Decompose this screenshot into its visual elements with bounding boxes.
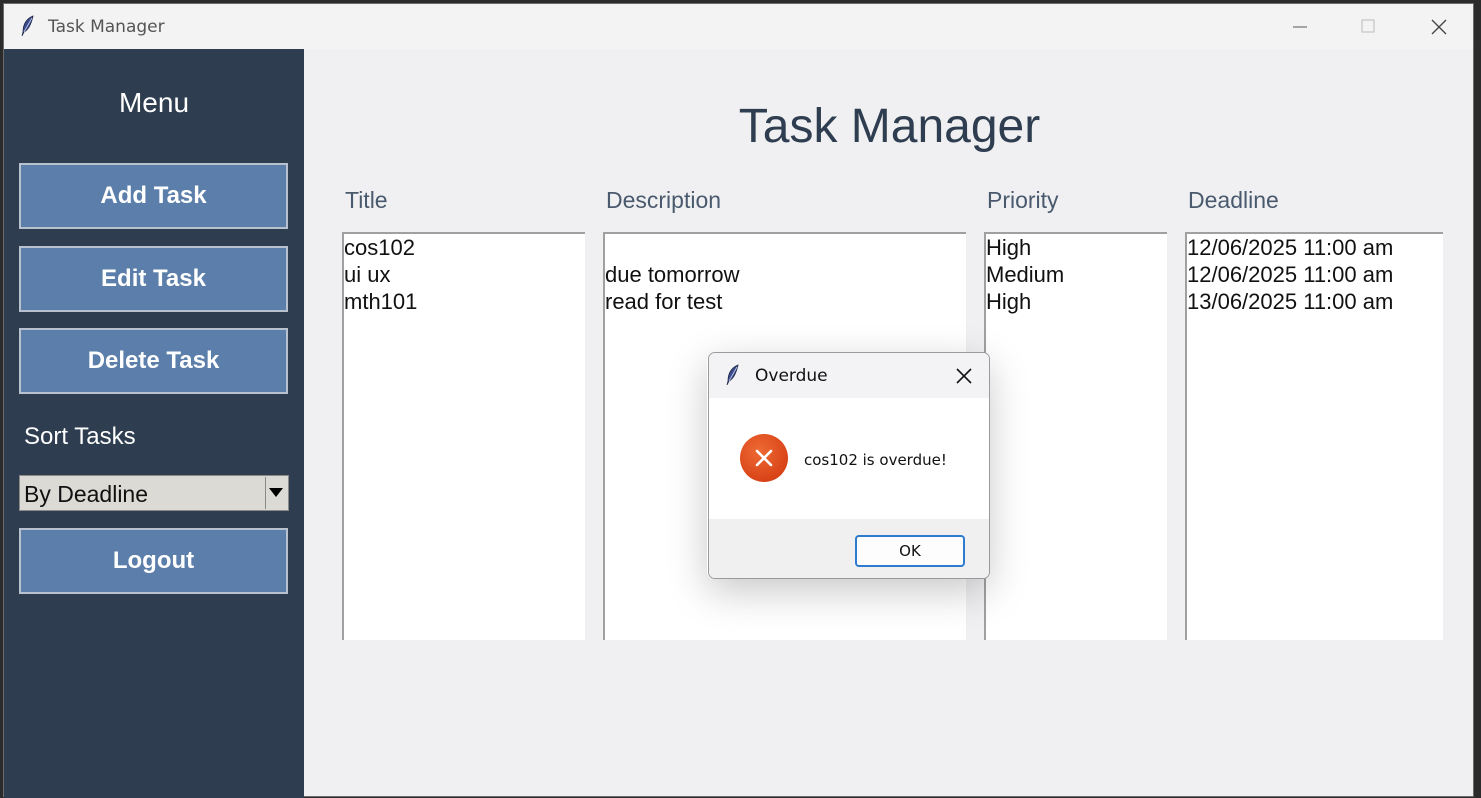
window-title: Task Manager (48, 17, 165, 37)
column-header-description: Description (606, 187, 722, 213)
column-header-deadline: Deadline (1188, 187, 1279, 213)
add-task-button[interactable]: Add Task (19, 163, 288, 229)
list-item[interactable]: cos102 (344, 234, 585, 261)
logout-button[interactable]: Logout (19, 528, 288, 594)
column-header-title: Title (345, 187, 388, 213)
priority-listbox[interactable]: High Medium High (984, 232, 1167, 640)
list-item[interactable]: Medium (986, 261, 1167, 288)
list-item[interactable]: read for test (605, 288, 966, 315)
list-item[interactable]: due tomorrow (605, 261, 966, 288)
feather-icon (725, 364, 741, 390)
sort-tasks-label: Sort Tasks (24, 423, 136, 450)
close-window-button[interactable] (1404, 4, 1472, 49)
delete-task-button[interactable]: Delete Task (19, 328, 288, 394)
maximize-icon (1361, 19, 1375, 33)
title-bar[interactable]: Task Manager (4, 4, 1473, 49)
maximize-button[interactable] (1334, 4, 1402, 49)
column-header-priority: Priority (987, 187, 1059, 213)
deadline-listbox[interactable]: 12/06/2025 11:00 am 12/06/2025 11:00 am … (1185, 232, 1443, 640)
list-item[interactable] (605, 234, 966, 261)
minimize-button[interactable] (1266, 4, 1334, 49)
minimize-icon (1293, 26, 1307, 28)
app-window: Task Manager Menu Add Task Edit Task Del… (3, 3, 1474, 798)
dialog-message: cos102 is overdue! (804, 451, 947, 469)
list-item[interactable]: mth101 (344, 288, 585, 315)
list-item[interactable]: High (986, 234, 1167, 261)
error-x-icon (740, 434, 788, 482)
list-item[interactable]: 13/06/2025 11:00 am (1187, 288, 1443, 315)
close-icon (956, 368, 972, 384)
dropdown-arrow-icon[interactable] (265, 477, 287, 509)
dialog-footer: OK (709, 519, 989, 578)
ok-button[interactable]: OK (855, 535, 965, 567)
dialog-close-button[interactable] (953, 365, 975, 387)
sort-dropdown[interactable]: By Deadline (19, 475, 289, 511)
list-item[interactable]: High (986, 288, 1167, 315)
dialog-title: Overdue (755, 366, 828, 386)
page-title: Task Manager (738, 100, 1041, 153)
edit-task-button[interactable]: Edit Task (19, 246, 288, 312)
feather-icon (20, 15, 36, 37)
list-item[interactable]: ui ux (344, 261, 585, 288)
list-item[interactable]: 12/06/2025 11:00 am (1187, 234, 1443, 261)
dialog-title-bar[interactable]: Overdue (709, 353, 989, 398)
title-listbox[interactable]: cos102 ui ux mth101 (342, 232, 585, 640)
sidebar: Menu Add Task Edit Task Delete Task Sort… (4, 49, 304, 798)
overdue-dialog: Overdue cos102 is overdue! OK (708, 352, 990, 579)
sort-dropdown-value: By Deadline (24, 481, 149, 507)
close-icon (1431, 19, 1447, 35)
menu-title: Menu (118, 87, 190, 118)
list-item[interactable]: 12/06/2025 11:00 am (1187, 261, 1443, 288)
